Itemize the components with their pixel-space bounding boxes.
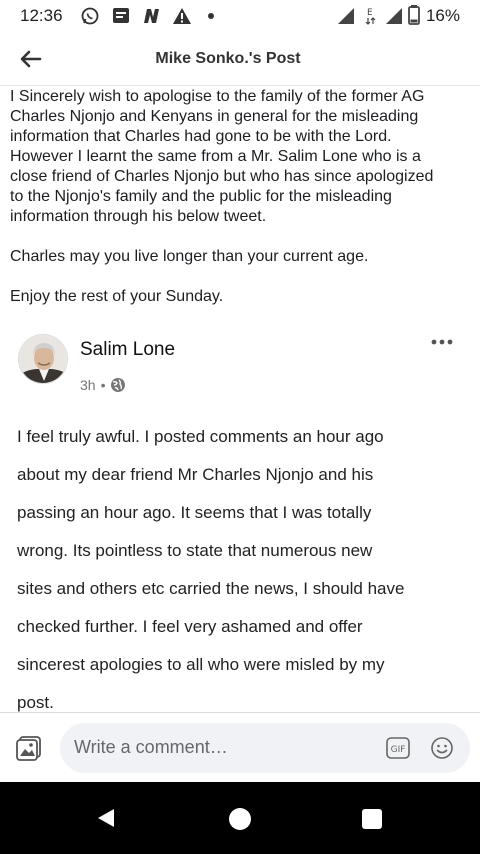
page-title: Mike Sonko.'s Post xyxy=(155,50,301,67)
gif-icon[interactable]: GIF xyxy=(386,737,410,759)
comment-composer: Write a comment… GIF xyxy=(0,713,480,781)
globe-icon xyxy=(111,378,126,392)
data-indicator-icon: E xyxy=(365,8,376,25)
warning-icon xyxy=(173,8,191,24)
post-meta: 3h • xyxy=(80,377,126,393)
post-paragraph: I Sincerely wish to apologise to the fam… xyxy=(10,88,434,225)
meta-separator: • xyxy=(100,377,106,393)
app-header: Mike Sonko.'s Post xyxy=(0,34,480,86)
gif-label: GIF xyxy=(391,745,406,755)
profile-photo-icon xyxy=(19,335,67,383)
battery-icon xyxy=(408,5,420,25)
avatar[interactable] xyxy=(18,334,68,384)
signal-icon xyxy=(338,8,354,24)
battery-percent: 16% xyxy=(425,6,460,25)
shared-post-text: I feel truly awful. I posted comments an… xyxy=(17,418,467,714)
post-paragraph: Enjoy the rest of your Sunday. xyxy=(10,288,224,305)
status-time: 12:36 xyxy=(20,6,63,25)
photo-icon[interactable] xyxy=(16,735,42,761)
post-paragraph: Charles may you live longer than your cu… xyxy=(10,248,369,265)
svg-text:E: E xyxy=(367,8,373,18)
nav-recents-icon[interactable] xyxy=(362,809,382,829)
post-time: 3h xyxy=(80,377,96,393)
comment-input-box[interactable]: Write a comment… GIF xyxy=(60,723,470,773)
emoji-icon[interactable] xyxy=(430,736,454,760)
signal-icon xyxy=(386,8,402,24)
status-bar: 12:36 E 16% xyxy=(0,0,480,34)
nav-home-icon[interactable] xyxy=(229,808,251,830)
author-name[interactable]: Salim Lone xyxy=(80,339,175,361)
shared-post-card[interactable]: Salim Lone 3h • I feel truly awful. I po… xyxy=(0,322,480,714)
system-nav-bar xyxy=(0,782,480,854)
message-icon xyxy=(113,8,129,23)
comment-input[interactable]: Write a comment… xyxy=(74,737,228,758)
dot-icon xyxy=(208,13,214,19)
more-options-icon[interactable] xyxy=(430,336,454,348)
shared-post-body: I feel truly awful. I posted comments an… xyxy=(17,427,405,712)
nav-back-icon[interactable] xyxy=(96,807,116,829)
whatsapp-icon xyxy=(81,7,99,25)
news-icon xyxy=(144,9,159,23)
post-body: I Sincerely wish to apologise to the fam… xyxy=(10,88,474,327)
